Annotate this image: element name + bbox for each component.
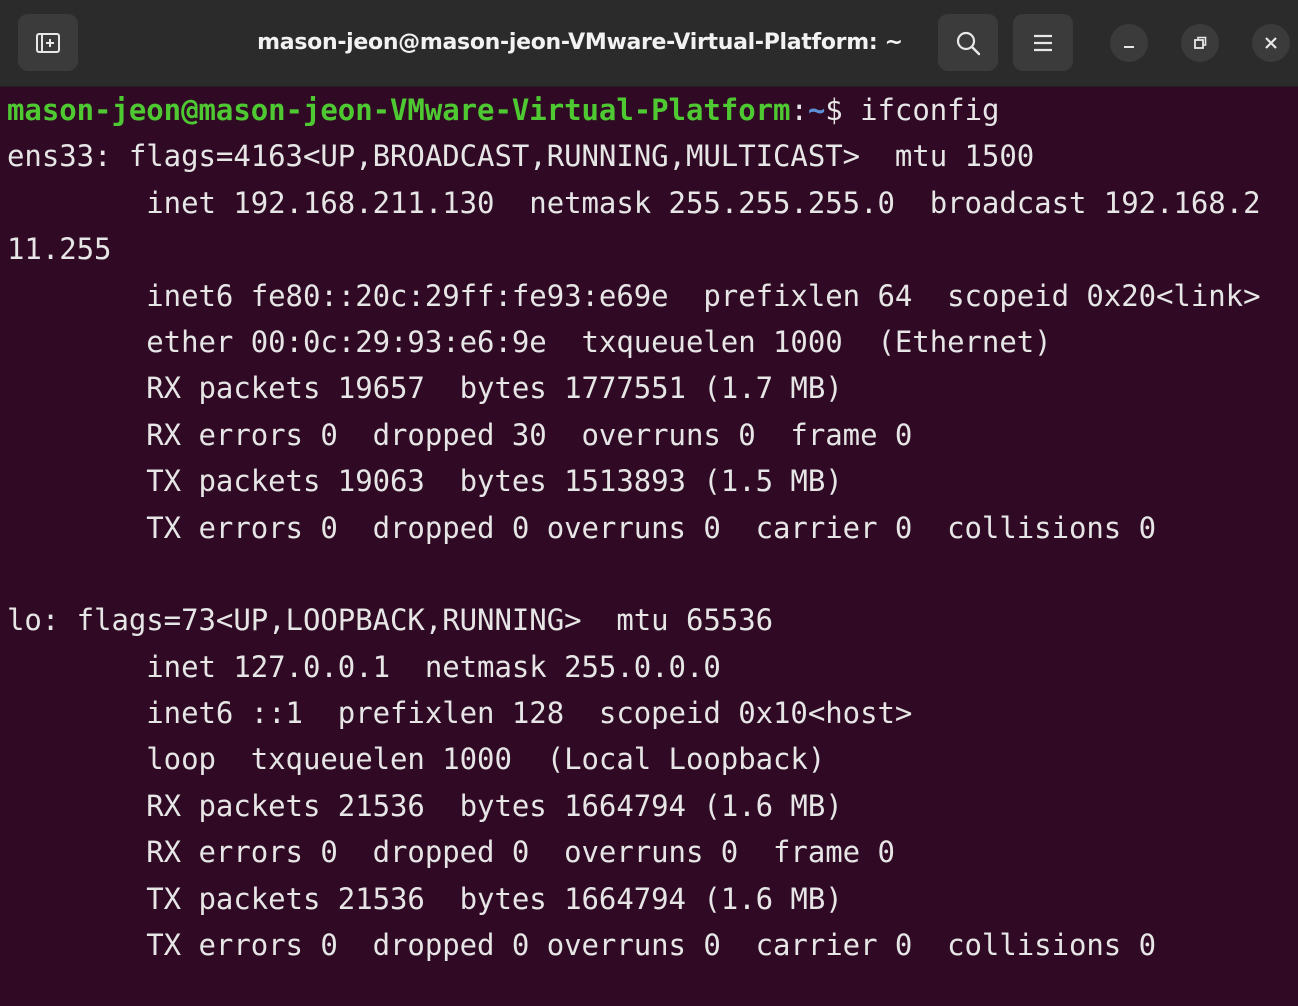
maximize-button[interactable] [1181,24,1219,62]
output-line: RX errors 0 dropped 30 overruns 0 frame … [7,417,913,452]
terminal-window: mason-jeon@mason-jeon-VMware-Virtual-Pla… [0,0,1298,1006]
close-icon [1265,37,1277,49]
new-tab-button[interactable] [18,14,78,71]
menu-button[interactable] [1013,14,1073,71]
output-line: inet 127.0.0.1 netmask 255.0.0.0 [7,649,721,684]
search-button[interactable] [938,14,998,71]
restore-icon [1194,36,1207,49]
terminal-output[interactable]: mason-jeon@mason-jeon-VMware-Virtual-Pla… [0,87,1298,1006]
output-line: 11.255 [7,232,112,267]
new-tab-icon [36,32,60,53]
output-line: RX packets 21536 bytes 1664794 (1.6 MB) [7,788,843,823]
prompt-path: ~ [807,93,826,127]
window-title: mason-jeon@mason-jeon-VMware-Virtual-Pla… [257,30,903,55]
prompt-user-host: mason-jeon@mason-jeon-VMware-Virtual-Pla… [7,93,791,127]
title-bar: mason-jeon@mason-jeon-VMware-Virtual-Pla… [0,0,1298,87]
prompt-symbol: $ [825,93,861,127]
output-line: RX errors 0 dropped 0 overruns 0 frame 0 [7,835,895,870]
minimize-button[interactable] [1110,24,1148,62]
output-line: TX packets 19063 bytes 1513893 (1.5 MB) [7,464,843,499]
output-line: inet6 fe80::20c:29ff:fe93:e69e prefixlen… [7,278,1261,313]
prompt-line: mason-jeon@mason-jeon-VMware-Virtual-Pla… [7,87,1298,133]
command-text: ifconfig [860,93,1000,127]
output-line: ether 00:0c:29:93:e6:9e txqueuelen 1000 … [7,324,1052,359]
output-line: inet 192.168.211.130 netmask 255.255.255… [7,185,1261,220]
search-icon [956,31,981,55]
minimize-icon [1124,46,1134,48]
output-line: loop txqueuelen 1000 (Local Loopback) [7,742,826,777]
output-line: TX errors 0 dropped 0 overruns 0 carrier… [7,510,1157,545]
output-line: inet6 ::1 prefixlen 128 scopeid 0x10<hos… [7,696,913,731]
output-line: TX errors 0 dropped 0 overruns 0 carrier… [7,928,1157,963]
hamburger-menu-icon [1034,34,1052,51]
close-button[interactable] [1252,24,1290,62]
command-output: ens33: flags=4163<UP,BROADCAST,RUNNING,M… [7,133,1298,968]
output-line: lo: flags=73<UP,LOOPBACK,RUNNING> mtu 65… [7,603,774,638]
output-line: ens33: flags=4163<UP,BROADCAST,RUNNING,M… [7,139,1035,174]
output-line: TX packets 21536 bytes 1664794 (1.6 MB) [7,881,843,916]
prompt-separator: : [790,93,808,127]
output-line: RX packets 19657 bytes 1777551 (1.7 MB) [7,371,843,406]
